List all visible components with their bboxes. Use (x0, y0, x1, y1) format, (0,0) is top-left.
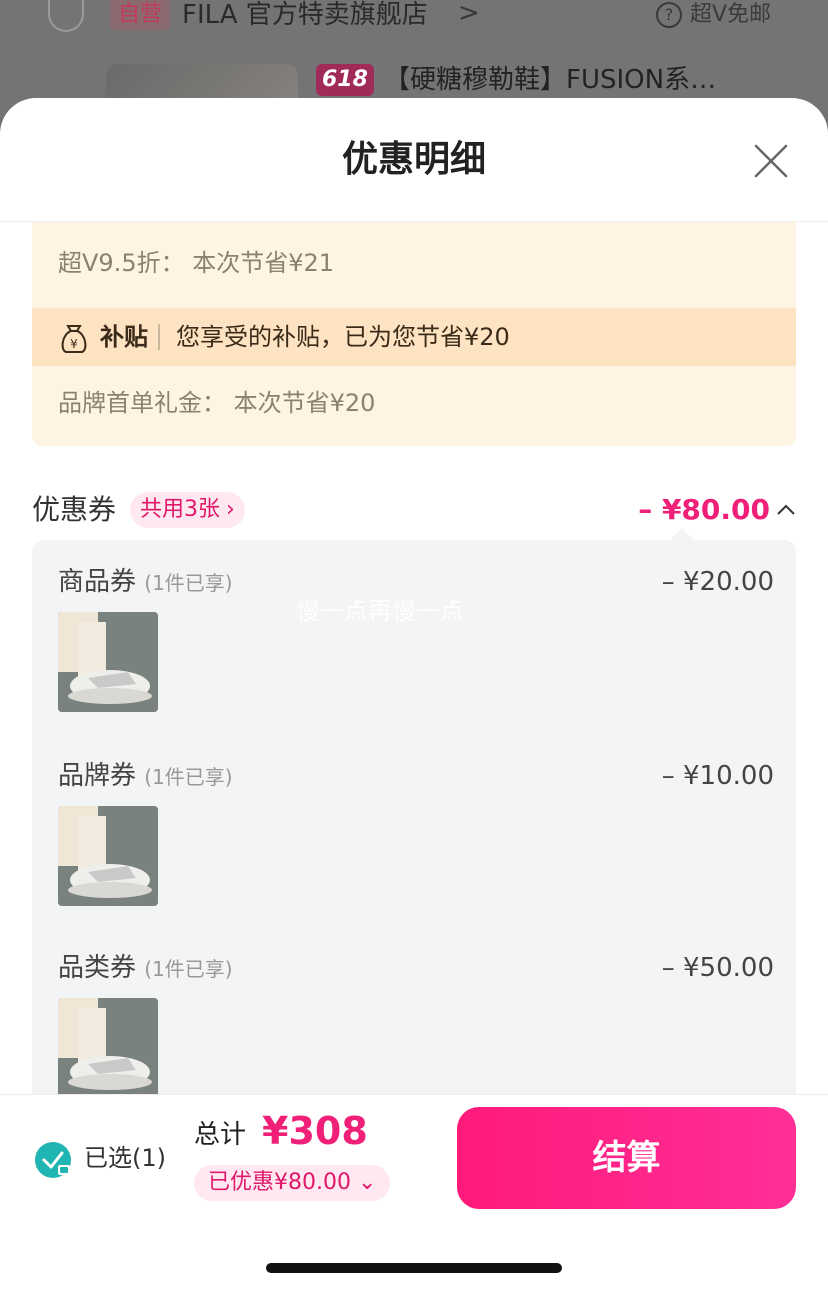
store-select-radio (48, 0, 84, 32)
product-image (58, 998, 158, 1098)
coupon-usage: (1件已享) (144, 571, 233, 595)
coupon-count-badge[interactable]: 共用3张 › (130, 492, 245, 528)
shoe-image (58, 998, 158, 1098)
coupon-name: 品牌券 (1件已享) (58, 758, 233, 795)
help-icon: ? (656, 2, 682, 28)
saved-amount-pill[interactable]: 已优惠¥80.00 ⌄ (194, 1165, 391, 1201)
saved-amount: 已优惠¥80.00 (208, 1170, 351, 1195)
coupon-name: 商品券 (1件已享) (58, 564, 233, 601)
close-button[interactable] (748, 138, 794, 184)
coupon-type: 品类券 (58, 953, 137, 983)
close-icon (754, 144, 788, 178)
subsidy-label: 补贴 (100, 323, 148, 351)
watermark-text: 慢一点再慢一点 (296, 597, 464, 625)
chevron-right-icon: › (226, 497, 235, 522)
coupon-usage: (1件已享) (144, 765, 233, 789)
svg-text:¥: ¥ (70, 337, 78, 351)
product-title: 【硬糖穆勒鞋】FUSION系… (384, 65, 717, 95)
check-lock-icon[interactable] (34, 1141, 72, 1179)
promo-618-tag: 618 (316, 64, 374, 96)
coupon-type: 商品券 (58, 567, 137, 597)
total-price: ¥308 (262, 1109, 368, 1153)
store-name: FILA 官方特卖旗舰店 (182, 0, 428, 30)
brand-first-order-gift: 品牌首单礼金： 本次节省¥20 (58, 389, 376, 417)
coupon-title: 优惠券 (32, 493, 117, 526)
coupon-item: 商品券 (1件已享) – ¥20.00 (58, 564, 774, 724)
discount-detail-sheet: 优惠明细 超V9.5折： 本次节省¥21 ¥ 补贴 您享受的补贴，已为您节省¥2… (0, 98, 828, 1292)
product-image (58, 612, 158, 712)
coupon-item: 品类券 (1件已享) – ¥50.00 (58, 950, 774, 1110)
chevron-up-icon[interactable] (774, 498, 798, 522)
home-indicator (266, 1263, 562, 1273)
coupon-amount: – ¥10.00 (661, 761, 774, 791)
coupon-usage: (1件已享) (144, 957, 233, 981)
checkout-button[interactable]: 结算 (457, 1107, 796, 1209)
coupon-name: 品类券 (1件已享) (58, 950, 233, 987)
super-v-discount: 超V9.5折： 本次节省¥21 (58, 249, 335, 277)
self-run-tag: 自营 (110, 0, 171, 30)
product-image (58, 806, 158, 906)
shoe-image (58, 612, 158, 712)
sheet-header: 优惠明细 (0, 98, 828, 222)
panel-pointer (670, 528, 694, 540)
store-arrow-icon: > (458, 0, 480, 28)
total-label: 总计 (194, 1120, 247, 1150)
coupon-amount: – ¥50.00 (661, 953, 774, 983)
sheet-title: 优惠明细 (341, 139, 486, 180)
coupon-total-amount: – ¥80.00 (638, 493, 770, 526)
shoe-image (58, 806, 158, 906)
checkout-bar: 已选(1) 总计 ¥308 已优惠¥80.00 ⌄ 结算 (0, 1094, 828, 1292)
coupon-type: 品牌券 (58, 761, 137, 791)
coupon-count-label: 共用3张 (140, 497, 220, 522)
subsidy-divider (158, 324, 160, 350)
selected-count: 已选(1) (84, 1144, 166, 1172)
coupon-amount: – ¥20.00 (661, 567, 774, 597)
subsidy-text: 您享受的补贴，已为您节省¥20 (176, 323, 510, 351)
coupon-item: 品牌券 (1件已享) – ¥10.00 (58, 758, 774, 918)
chevron-down-icon: ⌄ (357, 1170, 377, 1195)
coupon-header[interactable]: 优惠券 共用3张 › – ¥80.00 (32, 490, 798, 530)
shipping-text: 超V免邮 (690, 2, 772, 27)
subsidy-bar: ¥ 补贴 您享受的补贴，已为您节省¥20 (32, 308, 796, 366)
money-bag-icon: ¥ (61, 325, 87, 353)
discount-summary: 超V9.5折： 本次节省¥21 ¥ 补贴 您享受的补贴，已为您节省¥20 品牌首… (32, 222, 796, 446)
